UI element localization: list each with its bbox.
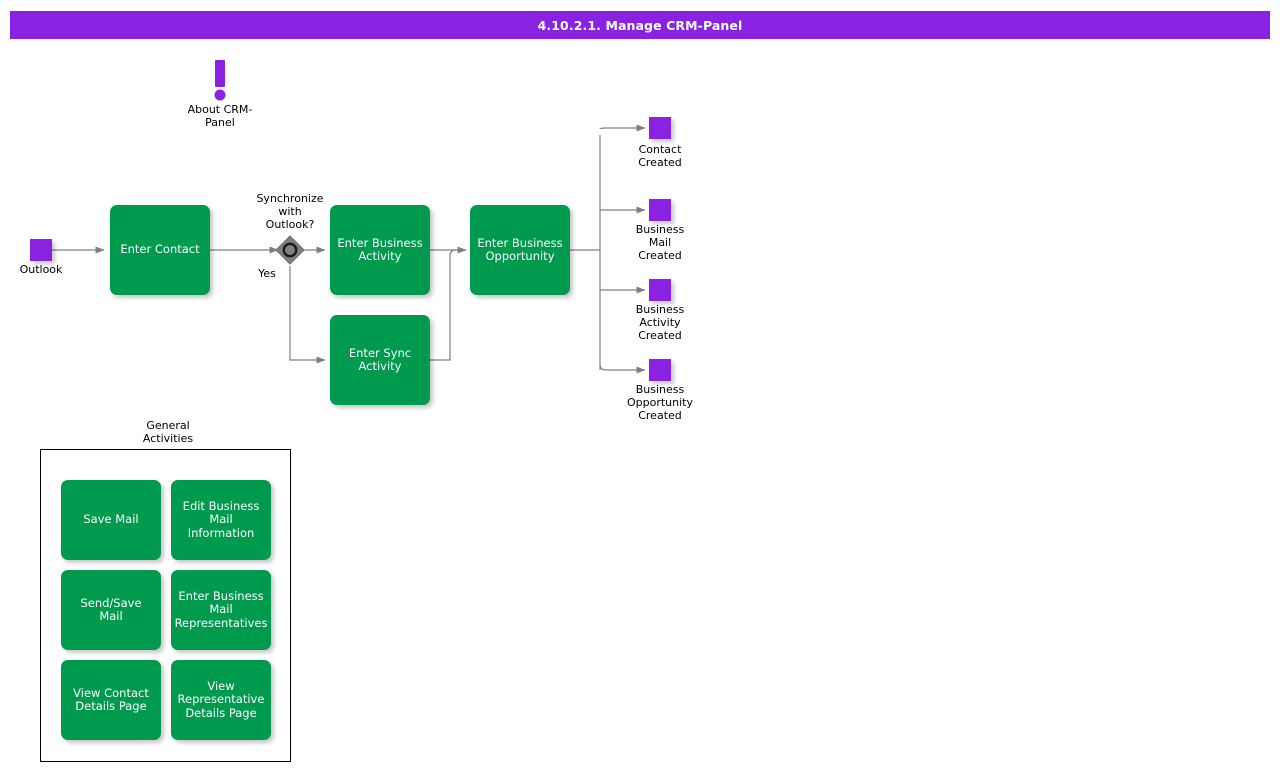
event-square-icon-business-activity-created[interactable] (649, 279, 671, 301)
task-label: View Contact Details Page (73, 687, 149, 714)
event-square-icon-outlook[interactable] (30, 239, 52, 261)
connector-trunk-to-business-opportunity-created (600, 364, 645, 370)
connector-gateway-yes-to-sync-activity (290, 266, 325, 360)
task-send-save-mail[interactable]: Send/Save Mail (61, 570, 161, 650)
gateway-synchronize-with-outlook[interactable] (275, 235, 305, 265)
start-event-label-outlook: Outlook (0, 263, 82, 276)
task-enter-business-mail-representatives[interactable]: Enter Business Mail Representatives (171, 570, 271, 650)
task-enter-business-activity[interactable]: Enter Business Activity (330, 205, 430, 295)
exclamation-mark-icon (203, 58, 237, 104)
about-crm-panel-label: About CRM- Panel (160, 103, 280, 129)
event-square-icon-business-opportunity-created[interactable] (649, 359, 671, 381)
task-label: View Representative Details Page (178, 680, 265, 721)
task-save-mail[interactable]: Save Mail (61, 480, 161, 560)
task-view-representative-details-page[interactable]: View Representative Details Page (171, 660, 271, 740)
end-event-label-contact-created: Contact Created (610, 143, 710, 169)
task-label: Edit Business Mail Information (177, 500, 265, 541)
task-enter-contact[interactable]: Enter Contact (110, 205, 210, 295)
end-event-label-business-opportunity-created: Business Opportunity Created (606, 383, 714, 422)
task-label: Enter Contact (120, 243, 199, 257)
connector-sync-activity-to-opportunity (430, 250, 466, 360)
task-label: Enter Business Activity (337, 237, 422, 264)
task-edit-business-mail-information[interactable]: Edit Business Mail Information (171, 480, 271, 560)
task-view-contact-details-page[interactable]: View Contact Details Page (61, 660, 161, 740)
connector-trunk-to-contact-created (600, 128, 645, 129)
task-enter-business-opportunity[interactable]: Enter Business Opportunity (470, 205, 570, 295)
event-square-icon-business-mail-created[interactable] (649, 199, 671, 221)
about-crm-panel-marker[interactable] (203, 58, 237, 104)
task-enter-sync-activity[interactable]: Enter Sync Activity (330, 315, 430, 405)
event-square-icon-contact-created[interactable] (649, 117, 671, 139)
general-activities-group: Save Mail Edit Business Mail Information… (40, 449, 291, 762)
inclusive-gateway-icon (275, 235, 305, 265)
task-label: Enter Business Opportunity (477, 237, 562, 264)
end-event-label-business-mail-created: Business Mail Created (610, 223, 710, 262)
task-label: Enter Business Mail Representatives (175, 590, 268, 631)
task-label: Enter Sync Activity (349, 347, 411, 374)
task-label: Save Mail (83, 513, 138, 527)
diagram-canvas: About CRM- Panel Outlook Enter Contact E… (0, 0, 1280, 770)
end-event-label-business-activity-created: Business Activity Created (610, 303, 710, 342)
general-activities-title: General Activities (110, 419, 226, 445)
gateway-question-label: Synchronize with Outlook? (240, 192, 340, 231)
task-label: Send/Save Mail (67, 597, 155, 624)
gateway-branch-label-yes: Yes (238, 267, 296, 280)
